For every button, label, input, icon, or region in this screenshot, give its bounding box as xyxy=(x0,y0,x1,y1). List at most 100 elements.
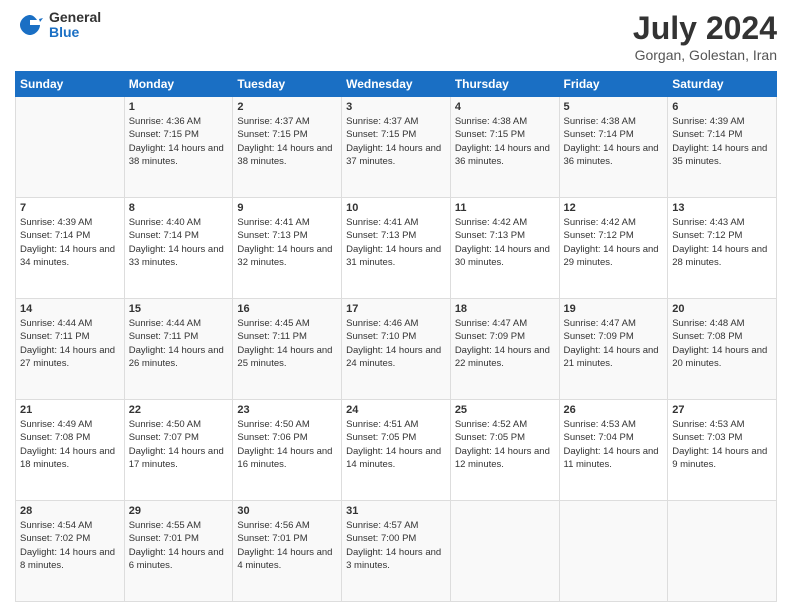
calendar-week-row: 14 Sunrise: 4:44 AMSunset: 7:11 PMDaylig… xyxy=(16,299,777,400)
calendar-week-row: 28 Sunrise: 4:54 AMSunset: 7:02 PMDaylig… xyxy=(16,501,777,602)
calendar-cell: 31 Sunrise: 4:57 AMSunset: 7:00 PMDaylig… xyxy=(342,501,451,602)
calendar-cell xyxy=(668,501,777,602)
day-number: 4 xyxy=(455,101,555,113)
calendar-cell: 9 Sunrise: 4:41 AMSunset: 7:13 PMDayligh… xyxy=(233,198,342,299)
day-info: Sunrise: 4:48 AMSunset: 7:08 PMDaylight:… xyxy=(672,317,772,370)
logo-icon xyxy=(15,10,45,40)
day-info: Sunrise: 4:50 AMSunset: 7:07 PMDaylight:… xyxy=(129,418,229,471)
day-number: 2 xyxy=(237,101,337,113)
day-number: 25 xyxy=(455,404,555,416)
logo: General Blue xyxy=(15,10,101,41)
day-info: Sunrise: 4:46 AMSunset: 7:10 PMDaylight:… xyxy=(346,317,446,370)
calendar-cell: 3 Sunrise: 4:37 AMSunset: 7:15 PMDayligh… xyxy=(342,97,451,198)
day-number: 8 xyxy=(129,202,229,214)
day-info: Sunrise: 4:47 AMSunset: 7:09 PMDaylight:… xyxy=(455,317,555,370)
calendar-cell: 16 Sunrise: 4:45 AMSunset: 7:11 PMDaylig… xyxy=(233,299,342,400)
calendar-cell: 1 Sunrise: 4:36 AMSunset: 7:15 PMDayligh… xyxy=(124,97,233,198)
day-info: Sunrise: 4:42 AMSunset: 7:13 PMDaylight:… xyxy=(455,216,555,269)
calendar-header: Sunday Monday Tuesday Wednesday Thursday… xyxy=(16,72,777,97)
day-number: 5 xyxy=(564,101,664,113)
calendar-cell: 24 Sunrise: 4:51 AMSunset: 7:05 PMDaylig… xyxy=(342,400,451,501)
calendar-cell: 11 Sunrise: 4:42 AMSunset: 7:13 PMDaylig… xyxy=(450,198,559,299)
calendar-week-row: 7 Sunrise: 4:39 AMSunset: 7:14 PMDayligh… xyxy=(16,198,777,299)
day-info: Sunrise: 4:41 AMSunset: 7:13 PMDaylight:… xyxy=(237,216,337,269)
day-info: Sunrise: 4:52 AMSunset: 7:05 PMDaylight:… xyxy=(455,418,555,471)
calendar-cell: 27 Sunrise: 4:53 AMSunset: 7:03 PMDaylig… xyxy=(668,400,777,501)
calendar-cell: 17 Sunrise: 4:46 AMSunset: 7:10 PMDaylig… xyxy=(342,299,451,400)
day-number: 7 xyxy=(20,202,120,214)
day-info: Sunrise: 4:38 AMSunset: 7:15 PMDaylight:… xyxy=(455,115,555,168)
logo-blue: Blue xyxy=(49,25,101,40)
col-sunday: Sunday xyxy=(16,72,125,97)
day-info: Sunrise: 4:57 AMSunset: 7:00 PMDaylight:… xyxy=(346,519,446,572)
logo-general: General xyxy=(49,10,101,25)
calendar-table: Sunday Monday Tuesday Wednesday Thursday… xyxy=(15,71,777,602)
day-info: Sunrise: 4:47 AMSunset: 7:09 PMDaylight:… xyxy=(564,317,664,370)
day-info: Sunrise: 4:39 AMSunset: 7:14 PMDaylight:… xyxy=(20,216,120,269)
day-info: Sunrise: 4:49 AMSunset: 7:08 PMDaylight:… xyxy=(20,418,120,471)
day-number: 9 xyxy=(237,202,337,214)
day-number: 15 xyxy=(129,303,229,315)
calendar-cell: 13 Sunrise: 4:43 AMSunset: 7:12 PMDaylig… xyxy=(668,198,777,299)
day-info: Sunrise: 4:51 AMSunset: 7:05 PMDaylight:… xyxy=(346,418,446,471)
day-number: 20 xyxy=(672,303,772,315)
day-number: 19 xyxy=(564,303,664,315)
calendar-cell: 25 Sunrise: 4:52 AMSunset: 7:05 PMDaylig… xyxy=(450,400,559,501)
col-saturday: Saturday xyxy=(668,72,777,97)
calendar-cell: 29 Sunrise: 4:55 AMSunset: 7:01 PMDaylig… xyxy=(124,501,233,602)
day-number: 21 xyxy=(20,404,120,416)
day-number: 12 xyxy=(564,202,664,214)
day-number: 30 xyxy=(237,505,337,517)
day-number: 18 xyxy=(455,303,555,315)
day-number: 22 xyxy=(129,404,229,416)
day-number: 24 xyxy=(346,404,446,416)
calendar-cell: 5 Sunrise: 4:38 AMSunset: 7:14 PMDayligh… xyxy=(559,97,668,198)
title-area: July 2024 Gorgan, Golestan, Iran xyxy=(633,10,777,63)
calendar-cell xyxy=(559,501,668,602)
calendar-cell: 22 Sunrise: 4:50 AMSunset: 7:07 PMDaylig… xyxy=(124,400,233,501)
calendar-cell: 18 Sunrise: 4:47 AMSunset: 7:09 PMDaylig… xyxy=(450,299,559,400)
day-number: 11 xyxy=(455,202,555,214)
calendar-week-row: 1 Sunrise: 4:36 AMSunset: 7:15 PMDayligh… xyxy=(16,97,777,198)
day-info: Sunrise: 4:45 AMSunset: 7:11 PMDaylight:… xyxy=(237,317,337,370)
day-info: Sunrise: 4:40 AMSunset: 7:14 PMDaylight:… xyxy=(129,216,229,269)
day-number: 6 xyxy=(672,101,772,113)
day-info: Sunrise: 4:41 AMSunset: 7:13 PMDaylight:… xyxy=(346,216,446,269)
day-number: 17 xyxy=(346,303,446,315)
calendar-cell: 21 Sunrise: 4:49 AMSunset: 7:08 PMDaylig… xyxy=(16,400,125,501)
day-info: Sunrise: 4:50 AMSunset: 7:06 PMDaylight:… xyxy=(237,418,337,471)
day-number: 29 xyxy=(129,505,229,517)
calendar-cell: 26 Sunrise: 4:53 AMSunset: 7:04 PMDaylig… xyxy=(559,400,668,501)
logo-text: General Blue xyxy=(49,10,101,41)
day-number: 23 xyxy=(237,404,337,416)
day-number: 26 xyxy=(564,404,664,416)
col-monday: Monday xyxy=(124,72,233,97)
day-info: Sunrise: 4:44 AMSunset: 7:11 PMDaylight:… xyxy=(20,317,120,370)
day-info: Sunrise: 4:37 AMSunset: 7:15 PMDaylight:… xyxy=(346,115,446,168)
day-info: Sunrise: 4:36 AMSunset: 7:15 PMDaylight:… xyxy=(129,115,229,168)
calendar-cell: 14 Sunrise: 4:44 AMSunset: 7:11 PMDaylig… xyxy=(16,299,125,400)
day-info: Sunrise: 4:53 AMSunset: 7:04 PMDaylight:… xyxy=(564,418,664,471)
col-tuesday: Tuesday xyxy=(233,72,342,97)
header: General Blue July 2024 Gorgan, Golestan,… xyxy=(15,10,777,63)
calendar-cell xyxy=(16,97,125,198)
calendar-cell: 7 Sunrise: 4:39 AMSunset: 7:14 PMDayligh… xyxy=(16,198,125,299)
calendar-cell: 28 Sunrise: 4:54 AMSunset: 7:02 PMDaylig… xyxy=(16,501,125,602)
calendar-cell: 20 Sunrise: 4:48 AMSunset: 7:08 PMDaylig… xyxy=(668,299,777,400)
day-number: 10 xyxy=(346,202,446,214)
col-thursday: Thursday xyxy=(450,72,559,97)
day-number: 1 xyxy=(129,101,229,113)
main-title: July 2024 xyxy=(633,10,777,47)
calendar-cell: 12 Sunrise: 4:42 AMSunset: 7:12 PMDaylig… xyxy=(559,198,668,299)
day-info: Sunrise: 4:44 AMSunset: 7:11 PMDaylight:… xyxy=(129,317,229,370)
day-info: Sunrise: 4:42 AMSunset: 7:12 PMDaylight:… xyxy=(564,216,664,269)
day-number: 3 xyxy=(346,101,446,113)
header-row: Sunday Monday Tuesday Wednesday Thursday… xyxy=(16,72,777,97)
day-info: Sunrise: 4:43 AMSunset: 7:12 PMDaylight:… xyxy=(672,216,772,269)
day-number: 13 xyxy=(672,202,772,214)
calendar-cell: 10 Sunrise: 4:41 AMSunset: 7:13 PMDaylig… xyxy=(342,198,451,299)
page: General Blue July 2024 Gorgan, Golestan,… xyxy=(0,0,792,612)
calendar-cell: 6 Sunrise: 4:39 AMSunset: 7:14 PMDayligh… xyxy=(668,97,777,198)
calendar-cell: 19 Sunrise: 4:47 AMSunset: 7:09 PMDaylig… xyxy=(559,299,668,400)
day-number: 16 xyxy=(237,303,337,315)
